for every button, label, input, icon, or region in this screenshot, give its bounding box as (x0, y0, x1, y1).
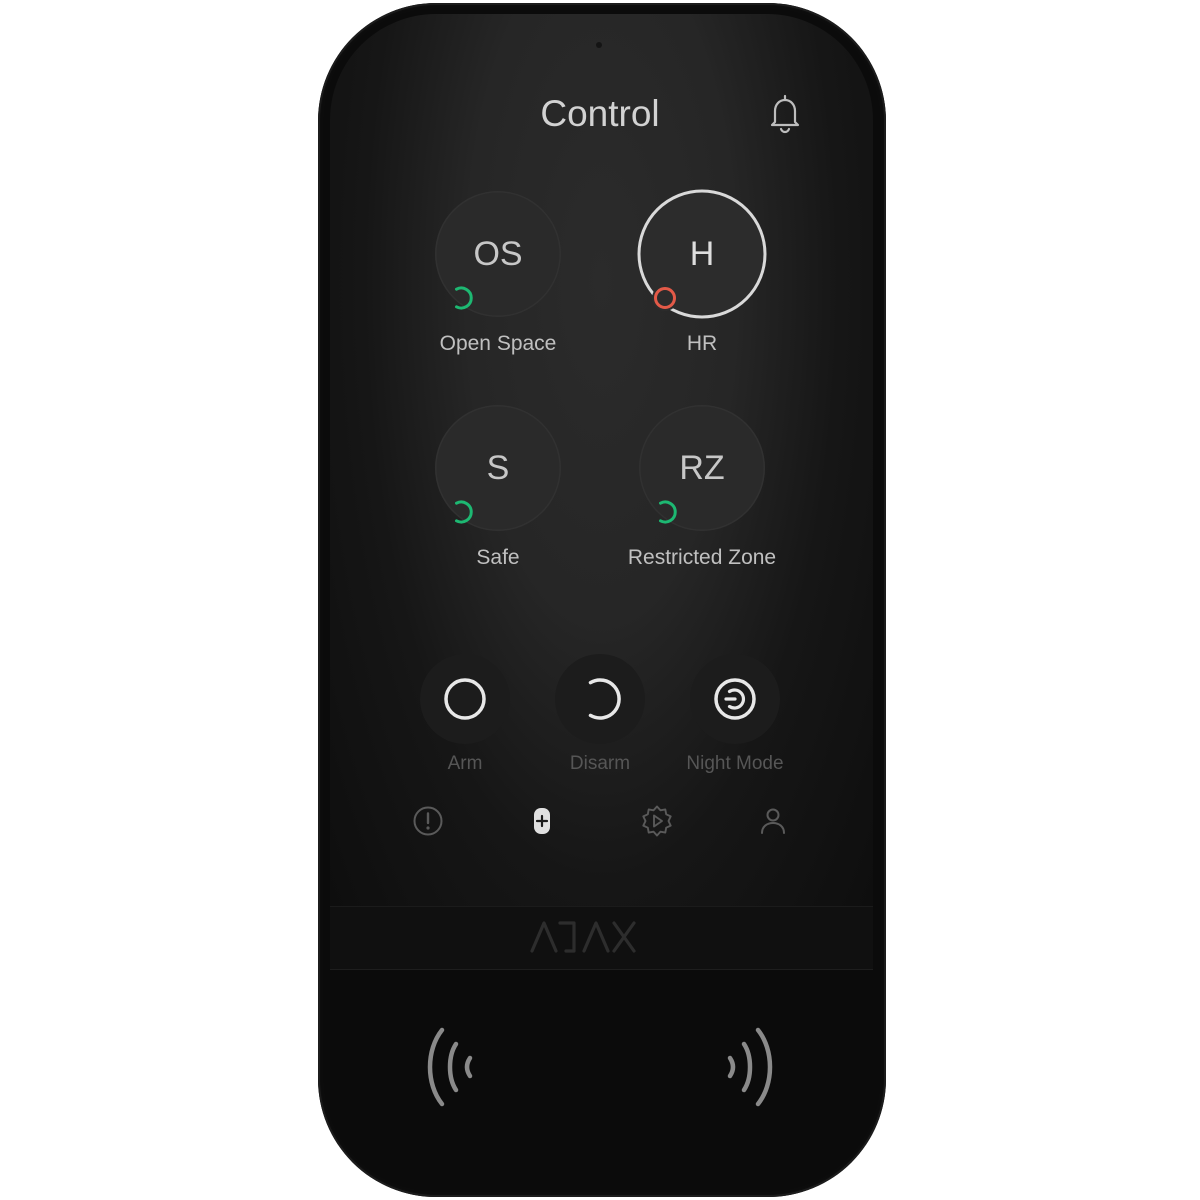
user-icon (761, 808, 785, 834)
nfc-right-icon (727, 1027, 773, 1107)
page-title: Control (540, 93, 660, 134)
arm-button-disc (420, 654, 510, 744)
group-tile-safe[interactable]: S Safe (388, 405, 608, 605)
disarm-label: Disarm (569, 753, 631, 774)
nav-alerts[interactable] (408, 801, 448, 841)
disarm-button-disc (555, 654, 645, 744)
nfc-left-icon (427, 1027, 473, 1107)
group-abbreviation: H (689, 235, 715, 273)
nav-scenarios[interactable] (637, 801, 677, 841)
group-name: Restricted Zone (627, 546, 777, 569)
nav-control[interactable] (522, 801, 562, 841)
night-mode-button-disc (690, 654, 780, 744)
alert-icon (413, 806, 443, 836)
nav-user[interactable] (753, 801, 793, 841)
arm-circle-icon (444, 678, 486, 720)
group-name: HR (686, 332, 718, 355)
group-tile-restricted-zone[interactable]: RZ Restricted Zone (592, 405, 812, 605)
front-sensor (596, 42, 602, 48)
disarm-button[interactable]: Disarm (525, 654, 675, 784)
disarm-open-circle-icon (588, 678, 621, 720)
group-name: Safe (476, 546, 520, 569)
arm-button[interactable]: Arm (390, 654, 540, 784)
group-abbreviation: OS (473, 235, 523, 273)
keypad-icon (534, 808, 550, 834)
group-abbreviation: RZ (679, 449, 725, 487)
night-mode-label: Night Mode (686, 753, 784, 774)
night-mode-button[interactable]: Night Mode (660, 654, 810, 784)
group-tile-hr[interactable]: H HR (592, 189, 812, 391)
arm-label: Arm (447, 753, 483, 774)
ajax-logo (530, 921, 636, 953)
armed-status-icon (652, 285, 678, 311)
bell-icon[interactable] (766, 92, 804, 134)
group-tile-open-space[interactable]: OS Open Space (388, 191, 608, 391)
disarmed-status-icon (659, 500, 677, 524)
group-name: Open Space (439, 332, 557, 355)
group-abbreviation: S (486, 449, 510, 487)
disarmed-status-icon (455, 286, 473, 310)
scenario-gear-icon (642, 805, 672, 837)
disarmed-status-icon (455, 500, 473, 524)
night-mode-icon (714, 678, 756, 720)
